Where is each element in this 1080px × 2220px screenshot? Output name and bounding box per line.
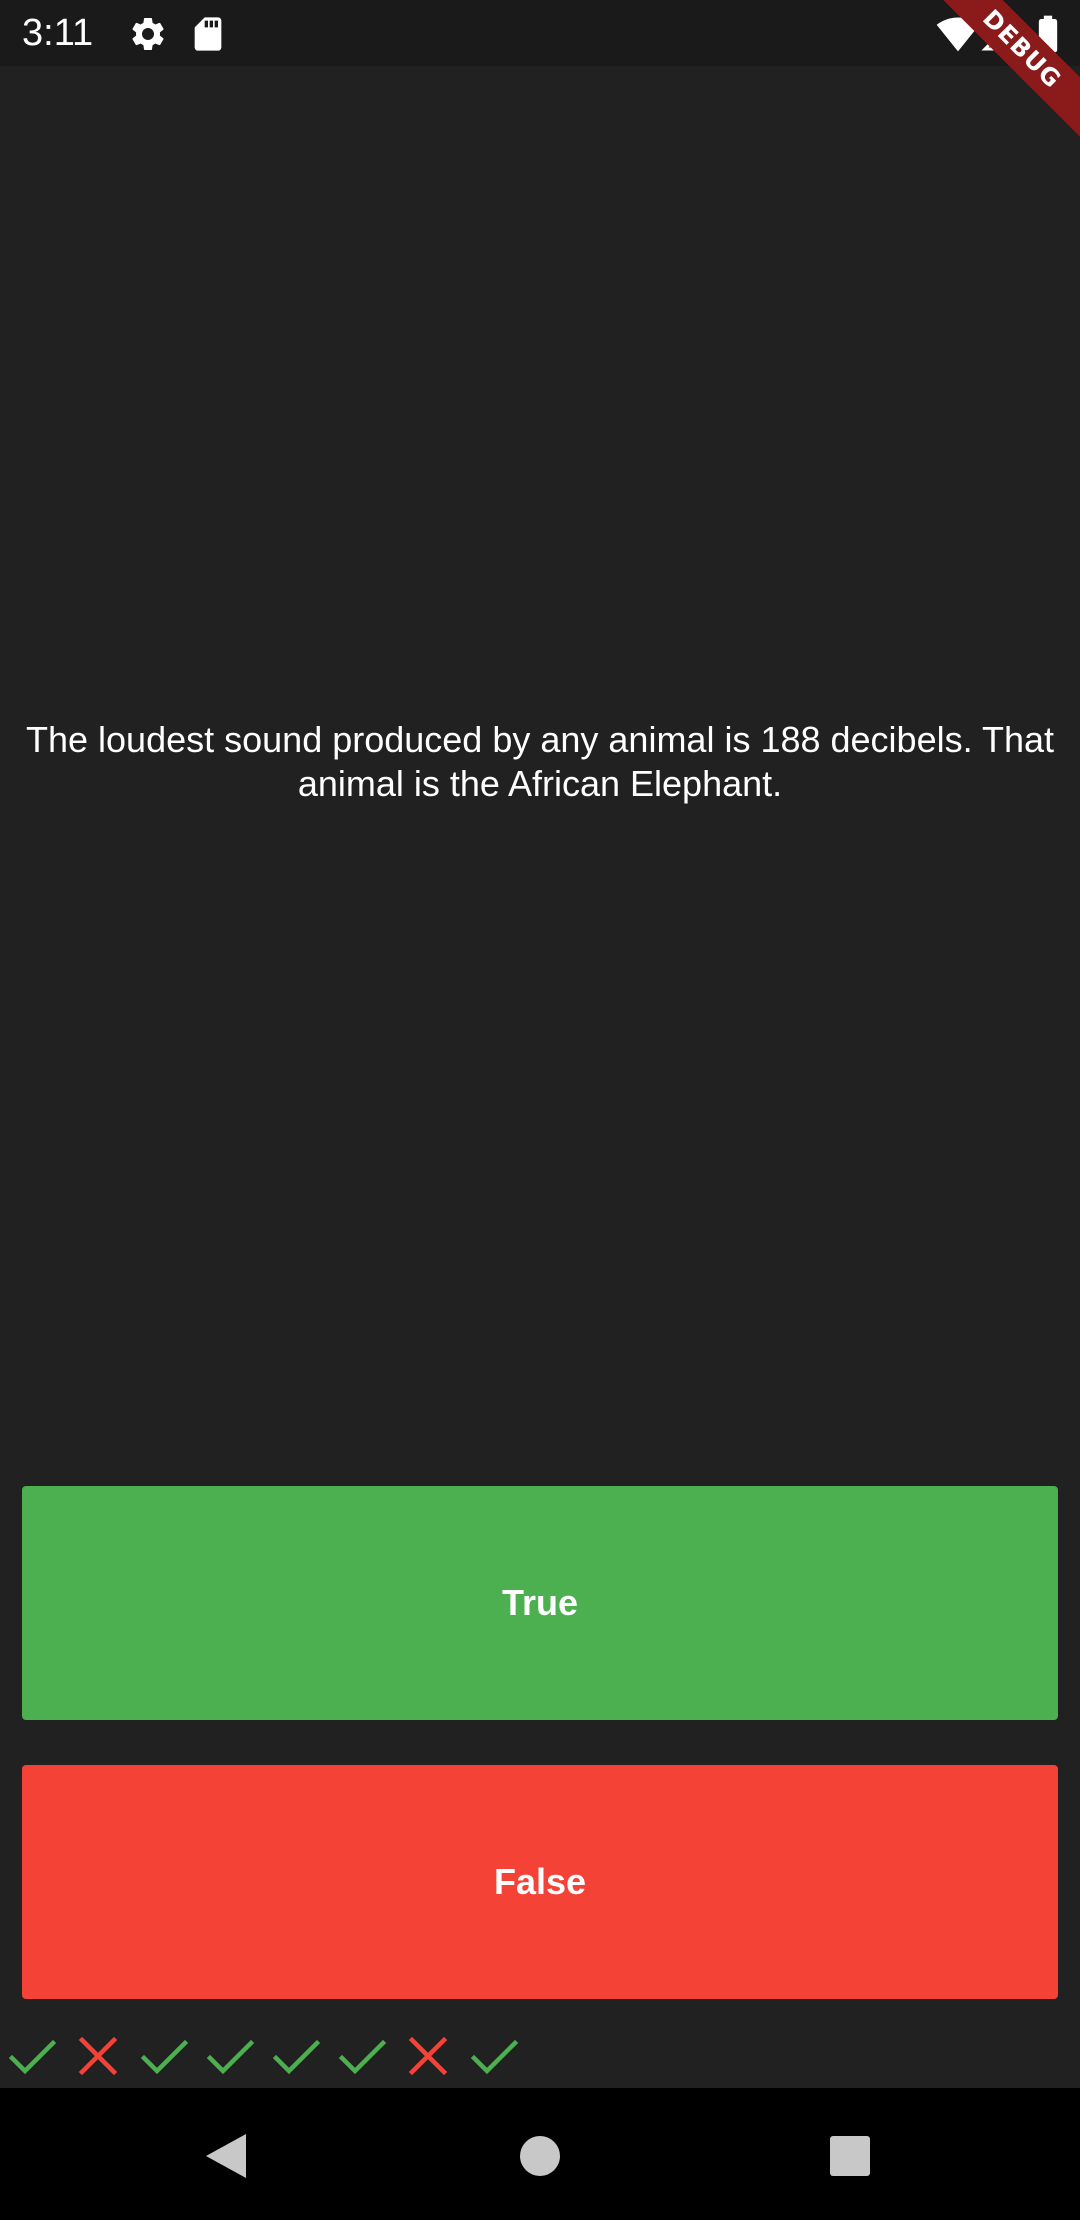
check-icon [206, 2032, 272, 2080]
navigation-bar [0, 2088, 1080, 2220]
sd-card-icon [188, 14, 228, 54]
home-circle-icon[interactable] [510, 2126, 570, 2186]
gear-icon [128, 14, 168, 54]
check-icon [8, 2032, 74, 2080]
true-button[interactable]: True [22, 1486, 1058, 1720]
question-text: The loudest sound produced by any animal… [26, 719, 1054, 804]
score-keeper [8, 2032, 536, 2080]
check-icon [338, 2032, 404, 2080]
false-button[interactable]: False [22, 1765, 1058, 1999]
recents-square-icon[interactable] [820, 2126, 880, 2186]
check-icon [272, 2032, 338, 2080]
status-bar: 3:11 DEBUG [0, 0, 1080, 149]
close-icon [404, 2032, 470, 2080]
back-triangle-icon[interactable] [196, 2126, 256, 2186]
close-icon [74, 2032, 140, 2080]
false-button-label: False [493, 1861, 587, 1902]
status-time: 3:11 [22, 12, 94, 54]
true-button-label: True [501, 1582, 579, 1623]
check-icon [470, 2032, 536, 2080]
quiz-screen: 3:11 DEBUG The loudest sound produced by… [0, 0, 1080, 2220]
check-icon [140, 2032, 206, 2080]
